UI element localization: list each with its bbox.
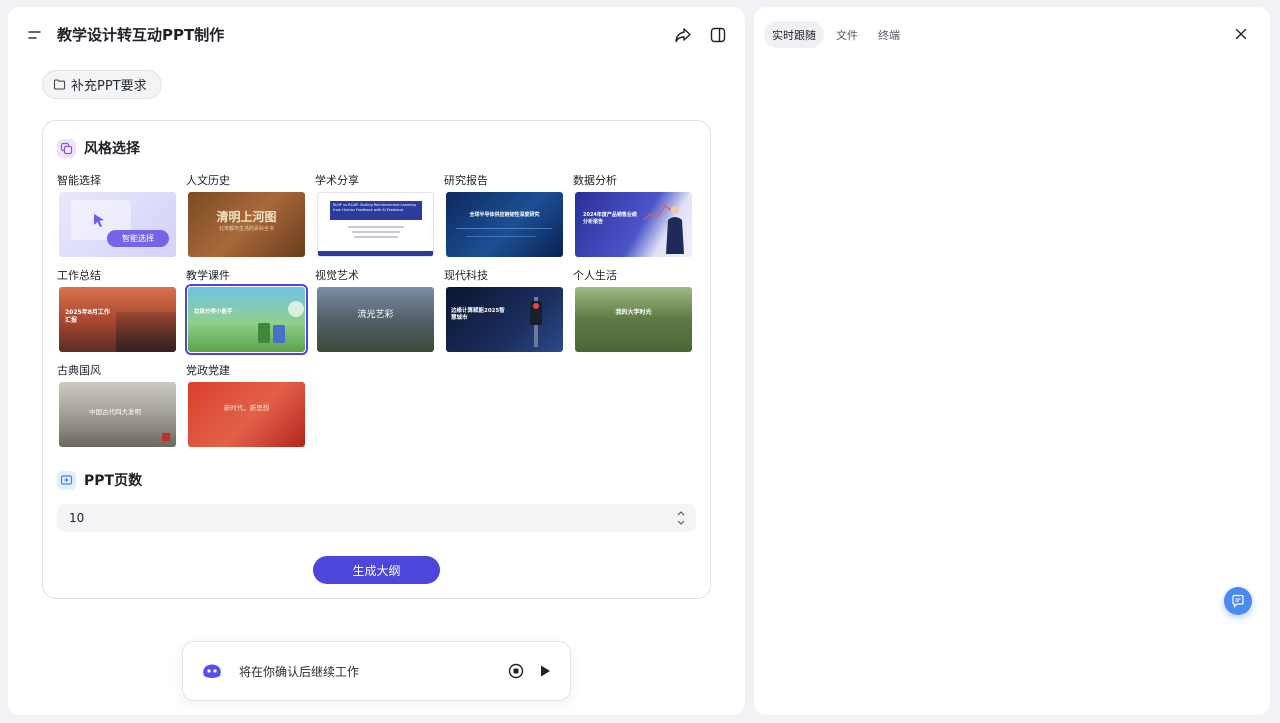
style-thumbnail[interactable]: 2025年8月工作汇报 [59, 287, 176, 352]
add-slide-icon [57, 470, 76, 490]
tab-files[interactable]: 文件 [828, 21, 866, 48]
thumb-title: 边缘计算赋能2025智慧城市 [451, 308, 505, 321]
style-label: 古典国风 [57, 364, 101, 377]
page-title: 教学设计转互动PPT制作 [57, 26, 225, 44]
style-option-life[interactable]: 个人生活 我的大学时光 [573, 269, 693, 352]
style-option-visual-art[interactable]: 视觉艺术 流光艺彩 [315, 269, 435, 352]
share-icon[interactable] [674, 26, 692, 44]
presenter-figure [642, 205, 684, 254]
pages-section-title: PPT页数 [84, 473, 143, 489]
collapse-menu-icon[interactable] [28, 28, 42, 42]
split-view-icon[interactable] [709, 26, 727, 44]
style-thumbnail[interactable]: 新时代，新思想 [188, 382, 305, 447]
style-label: 现代科技 [444, 269, 488, 282]
status-message: 将在你确认后继续工作 [239, 665, 360, 679]
style-label: 人文历史 [186, 174, 230, 187]
number-stepper-icon[interactable] [676, 508, 686, 528]
style-thumbnail[interactable]: 2024年度产品销售业绩分析报告 [575, 192, 692, 257]
status-bar: 将在你确认后继续工作 [182, 641, 571, 701]
style-label: 党政党建 [186, 364, 230, 377]
style-option-data[interactable]: 数据分析 2024年度产品销售业绩分析报告 [573, 174, 693, 257]
style-thumbnail[interactable]: 智能选择 [59, 192, 176, 257]
style-section-header: 风格选择 [57, 138, 140, 158]
style-thumbnail[interactable]: 边缘计算赋能2025智慧城市 [446, 287, 563, 352]
thumb-title: 2024年度产品销售业绩分析报告 [583, 212, 637, 225]
style-label: 智能选择 [57, 174, 101, 187]
thumb-title: 流光艺彩 [357, 310, 394, 320]
close-icon[interactable] [1235, 28, 1247, 40]
style-thumbnail[interactable]: 我的大学时光 [575, 287, 692, 352]
tab-live-follow[interactable]: 实时跟随 [764, 21, 824, 48]
style-thumbnail[interactable]: 流光艺彩 [317, 287, 434, 352]
thumb-title: 清明上河图 [216, 210, 277, 224]
thumb-title: 我的大学时光 [615, 309, 652, 316]
thumb-title: 全球半导体供应链韧性深度研究 [469, 212, 540, 218]
style-thumbnail[interactable]: RLHF vs RLAIF: Scaling Reinforcement Lea… [317, 192, 434, 257]
page-count-input[interactable]: 10 [57, 504, 696, 532]
side-panel-tabs: 实时跟随 文件 终端 [764, 21, 908, 48]
style-option-smart[interactable]: 智能选择 智能选择 [57, 174, 177, 257]
style-thumbnail[interactable]: 全球半导体供应链韧性深度研究 [446, 192, 563, 257]
style-option-history[interactable]: 人文历史 清明上河图 北宋都市生活的百科全书 [186, 174, 306, 257]
smart-select-chip: 智能选择 [107, 230, 169, 247]
style-option-academic[interactable]: 学术分享 RLHF vs RLAIF: Scaling Reinforcemen… [315, 174, 435, 257]
play-icon[interactable] [538, 664, 552, 678]
style-option-party[interactable]: 党政党建 新时代，新思想 [186, 364, 306, 447]
thumb-title: 2025年8月工作汇报 [65, 309, 110, 324]
config-card: 风格选择 智能选择 智能选择 人文历史 清明上河图 北宋都市生活的百科全书 学术… [42, 120, 711, 599]
style-label: 数据分析 [573, 174, 617, 187]
style-thumbnail[interactable]: 清明上河图 北宋都市生活的百科全书 [188, 192, 305, 257]
chat-icon [1232, 594, 1244, 608]
generate-outline-button[interactable]: 生成大纲 [313, 556, 440, 584]
supplement-requirements-button[interactable]: 补充PPT要求 [42, 70, 162, 99]
style-label: 视觉艺术 [315, 269, 359, 282]
style-thumbnail[interactable]: 中国古代四大发明 [59, 382, 176, 447]
tab-terminal[interactable]: 终端 [870, 21, 908, 48]
main-panel: 教学设计转互动PPT制作 补充PPT要求 风格选择 智能选择 智能选择 人文历史… [8, 7, 745, 715]
supplement-label: 补充PPT要求 [71, 79, 147, 94]
style-option-tech[interactable]: 现代科技 边缘计算赋能2025智慧城市 [444, 269, 564, 352]
side-panel: 实时跟随 文件 终端 [754, 7, 1270, 715]
thumb-title: 垃圾分类小能手 [194, 309, 233, 315]
folder-icon [53, 79, 66, 90]
thumb-subtitle: 北宋都市生活的百科全书 [218, 226, 274, 232]
style-option-courseware[interactable]: 教学课件 垃圾分类小能手 [185, 269, 308, 355]
style-option-guofeng[interactable]: 古典国风 中国古代四大发明 [57, 364, 177, 447]
style-label: 工作总结 [57, 269, 101, 282]
thumb-title: 新时代，新思想 [223, 404, 270, 412]
thumb-title: RLHF vs RLAIF: Scaling Reinforcement Lea… [330, 201, 422, 220]
style-label: 学术分享 [315, 174, 359, 187]
top-bar: 教学设计转互动PPT制作 [8, 7, 745, 63]
bot-avatar-icon [203, 664, 221, 678]
page-count-value: 10 [69, 511, 85, 525]
feedback-button[interactable] [1224, 587, 1252, 615]
cursor-icon [94, 214, 104, 227]
style-option-work-summary[interactable]: 工作总结 2025年8月工作汇报 [57, 269, 177, 352]
style-thumbnail-selected[interactable]: 垃圾分类小能手 [185, 284, 308, 355]
style-label: 研究报告 [444, 174, 488, 187]
palette-icon [57, 138, 76, 158]
pages-section-header: PPT页数 [57, 470, 142, 490]
style-section-title: 风格选择 [84, 141, 140, 157]
style-label: 教学课件 [186, 269, 230, 282]
style-label: 个人生活 [573, 269, 617, 282]
thumb-title: 中国古代四大发明 [89, 408, 141, 416]
style-option-research[interactable]: 研究报告 全球半导体供应链韧性深度研究 [444, 174, 564, 257]
stop-icon[interactable] [508, 663, 524, 679]
